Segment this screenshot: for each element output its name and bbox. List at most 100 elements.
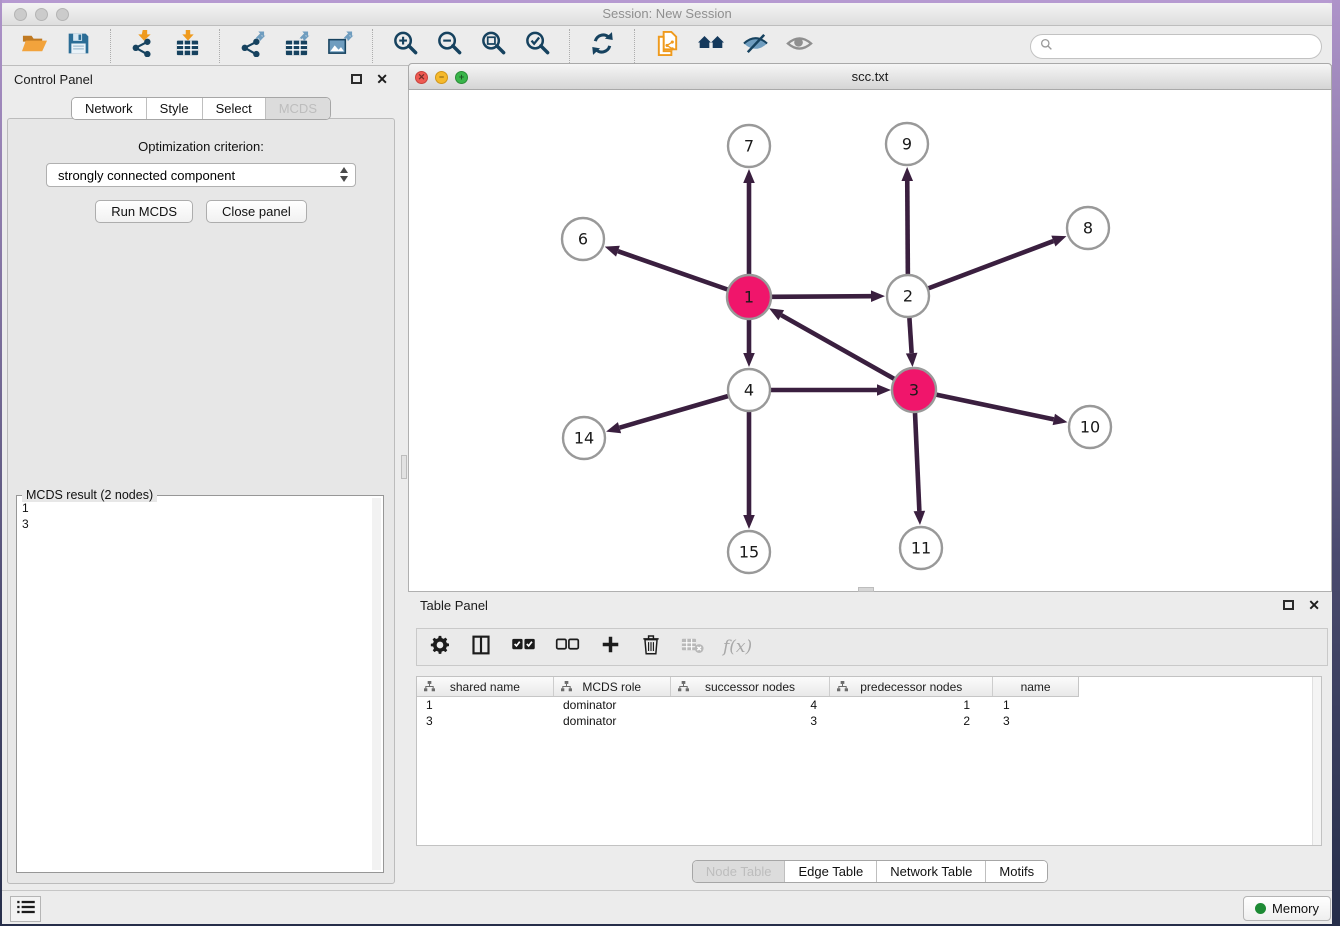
memory-button[interactable]: Memory [1243,896,1331,921]
toolbar-separator [110,29,111,63]
svg-text:9: 9 [902,135,912,154]
tab-mcds[interactable]: MCDS [265,98,330,119]
run-mcds-button[interactable]: Run MCDS [95,200,193,223]
mcds-tab-body: Optimization criterion: strongly connect… [7,118,395,884]
clone-network-button[interactable] [651,30,683,62]
table-row[interactable]: 3dominator323 [417,713,1321,729]
graph-edge-3-11[interactable] [914,412,926,525]
app-zoom-button[interactable] [56,8,69,21]
status-bar: Memory [0,890,1340,926]
network-zoom-button[interactable]: + [455,71,468,84]
graph-node-8[interactable]: 8 [1067,207,1109,249]
show-all-button[interactable] [783,30,815,62]
table-tab-motifs[interactable]: Motifs [985,861,1047,882]
open-folder-button[interactable] [18,30,50,62]
zoom-fit-button[interactable] [477,30,509,62]
graph-edge-2-8[interactable] [929,236,1067,289]
graph-node-1[interactable]: 1 [727,275,771,319]
network-close-button[interactable]: ✕ [415,71,428,84]
delete-row-icon [642,634,660,660]
graph-edge-1-6[interactable] [605,246,729,290]
export-table-button[interactable] [280,30,312,62]
export-image-button[interactable] [324,30,356,62]
table-float-panel-icon[interactable] [1283,600,1294,610]
graph-node-4[interactable]: 4 [728,369,770,411]
graph-node-6[interactable]: 6 [562,218,604,260]
splitter-grip[interactable] [401,455,407,479]
table-tab-node-table[interactable]: Node Table [693,861,785,882]
dropdown-stepper-icon [340,167,348,182]
table-row[interactable]: 1dominator411 [417,697,1321,713]
graph-node-2[interactable]: 2 [887,275,929,317]
zoom-in-button[interactable] [389,30,421,62]
panel-splitter[interactable] [400,66,408,890]
table-tab-network-table[interactable]: Network Table [876,861,985,882]
columns-button[interactable] [470,635,492,659]
graph-node-9[interactable]: 9 [886,123,928,165]
graph-node-10[interactable]: 10 [1069,406,1111,448]
table-close-panel-icon[interactable]: ✕ [1308,597,1320,614]
network-minimize-button[interactable]: − [435,71,448,84]
graph-node-3[interactable]: 3 [892,368,936,412]
graph-edge-4-15[interactable] [743,412,755,529]
export-network-button[interactable] [236,30,268,62]
zoom-fit-icon [480,30,507,62]
graph-edge-1-7[interactable] [743,169,755,275]
graph-edge-3-1[interactable] [769,308,895,379]
column-header-successor-nodes[interactable]: successor nodes [671,677,831,696]
memory-status-dot [1255,903,1266,914]
graph-node-7[interactable]: 7 [728,125,770,167]
column-header-name[interactable]: name [993,677,1078,696]
mcds-result-text[interactable]: 1 3 [22,500,369,868]
show-all-icon [786,30,813,62]
save-session-button[interactable] [62,30,94,62]
zoom-selected-button[interactable] [521,30,553,62]
graph-edge-3-10[interactable] [936,395,1068,426]
mcds-result-scrollbar[interactable] [372,498,381,870]
table-scrollbar[interactable] [1312,677,1321,845]
tab-select[interactable]: Select [202,98,265,119]
hide-selected-icon [742,30,769,62]
refresh-view-button[interactable] [586,30,618,62]
graph-node-11[interactable]: 11 [900,527,942,569]
import-network-button[interactable] [127,30,159,62]
tab-style[interactable]: Style [146,98,202,119]
graph-edge-2-9[interactable] [901,167,913,274]
close-panel-icon[interactable]: ✕ [376,71,388,88]
cell-shared-name: 3 [417,713,554,729]
search-input[interactable] [1058,37,1321,57]
column-header-MCDS-role[interactable]: MCDS role [554,677,671,696]
hide-selected-button[interactable] [739,30,771,62]
toolbar-separator [219,29,220,63]
column-header-predecessor-nodes[interactable]: predecessor nodes [830,677,993,696]
graph-node-15[interactable]: 15 [728,531,770,573]
tab-network[interactable]: Network [72,98,146,119]
table-tab-edge-table[interactable]: Edge Table [784,861,876,882]
deselect-all-button[interactable] [555,635,580,659]
task-history-button[interactable] [10,896,41,922]
add-row-button[interactable] [599,635,621,659]
float-panel-icon[interactable] [351,74,362,84]
import-table-button[interactable] [171,30,203,62]
graph-edge-4-14[interactable] [606,396,728,433]
network-canvas[interactable]: 7 9 6 8 1 2 4 3 14 10 15 11 [408,90,1332,592]
column-header-shared-name[interactable]: shared name [417,677,554,696]
cell-shared-name: 1 [417,697,554,713]
gear-button[interactable] [429,635,451,659]
optimization-criterion-dropdown[interactable]: strongly connected component [46,163,356,187]
graph-edge-1-4[interactable] [743,319,755,367]
graph-node-14[interactable]: 14 [563,417,605,459]
export-image-icon [327,30,354,62]
select-all-button[interactable] [511,635,536,659]
graph-edge-2-3[interactable] [906,318,918,367]
app-minimize-button[interactable] [35,8,48,21]
delete-row-button[interactable] [640,635,662,659]
search-box[interactable] [1030,34,1322,59]
home-layout-button[interactable] [695,30,727,62]
graph-edge-4-3[interactable] [771,384,891,396]
close-panel-button[interactable]: Close panel [206,200,307,223]
cell-MCDS-role: dominator [554,697,671,713]
graph-edge-1-2[interactable] [771,290,885,302]
app-close-button[interactable] [14,8,27,21]
zoom-out-button[interactable] [433,30,465,62]
